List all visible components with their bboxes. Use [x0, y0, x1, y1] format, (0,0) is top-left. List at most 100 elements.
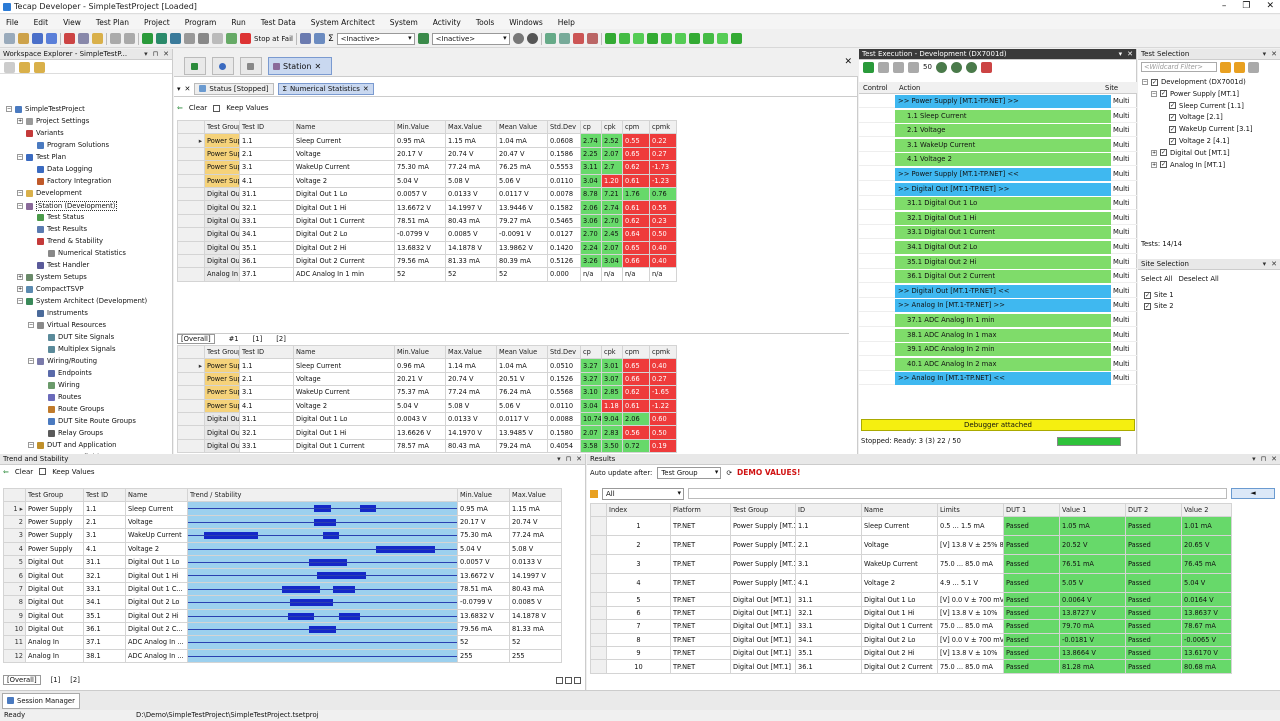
testsel-checkbox[interactable]: ✓ — [1169, 102, 1176, 110]
variant-select[interactable]: <Inactive> — [336, 32, 415, 45]
testsel-expand-icon[interactable]: − — [1151, 90, 1157, 97]
trend-column-header[interactable]: Min.Value — [457, 488, 510, 503]
route10-icon[interactable] — [730, 33, 742, 44]
exec-action-row[interactable]: >> Analog In [MT.1-TP.NET] << — [895, 372, 1111, 386]
results-column-header[interactable]: Limits — [937, 503, 1004, 518]
exec-pin-icon[interactable]: ▾ — [1119, 50, 1123, 58]
keep-values-checkbox[interactable] — [213, 104, 221, 112]
menu-item-1[interactable]: Edit — [34, 18, 49, 27]
table-row[interactable]: Power Supply2.1Voltage20.17 V20.74 V20.4… — [177, 146, 677, 162]
site-checkbox[interactable]: ✓ — [1144, 291, 1151, 299]
expand-icon[interactable]: − — [17, 154, 23, 160]
refresh-icon[interactable]: ⟳ — [726, 469, 732, 477]
results-row[interactable]: 2 TP.NET Power Supply [MT.1] 2.1 Voltage [V] … — [590, 535, 1232, 556]
folder-icon[interactable] — [19, 62, 30, 73]
exec-control-cell[interactable] — [859, 183, 895, 196]
exec-loop2-icon[interactable] — [950, 61, 962, 73]
expand-icon[interactable]: − — [28, 442, 34, 448]
results-row[interactable]: 9 TP.NET Digital Out [MT.1] 35.1 Digital Out… — [590, 645, 1232, 661]
layout2-icon[interactable] — [565, 676, 572, 684]
testsel-checkbox[interactable]: ✓ — [1169, 125, 1176, 133]
tree-node[interactable]: +DUT Site Signals — [39, 333, 114, 341]
testsel-checkbox[interactable]: ✓ — [1160, 161, 1167, 169]
trend-row[interactable]: 4 Power Supply 4.1 Voltage 2 5.04 V 5.08 V — [3, 541, 562, 556]
trend-row[interactable]: 12 Analog In 38.1 ADC Analog In ... 255 255 — [3, 648, 562, 664]
undo-icon[interactable] — [110, 33, 121, 44]
route9-icon[interactable] — [716, 33, 728, 44]
exec-control-cell[interactable] — [859, 197, 895, 211]
results-column-header[interactable]: DUT 2 — [1125, 503, 1182, 518]
stop-at-fail-icon[interactable] — [240, 33, 251, 44]
results-column-header[interactable]: Platform — [670, 503, 731, 518]
tree-node[interactable]: − Development — [17, 189, 82, 197]
exec-action-row[interactable]: 4.1 Voltage 2 — [895, 153, 1111, 167]
tab-station-close-icon[interactable]: ✕ — [314, 62, 321, 71]
trend-column-header[interactable]: Test Group — [25, 488, 84, 503]
exec-pause-icon[interactable] — [878, 61, 889, 73]
route6-icon[interactable] — [674, 33, 686, 44]
trend-row[interactable]: 6 Digital Out 32.1 Digital Out 1 Hi 13.6672 … — [3, 568, 562, 583]
column-header[interactable]: Max.Value — [445, 345, 497, 360]
trend-column-header[interactable]: Name — [125, 488, 188, 503]
trend-row[interactable]: 8 Digital Out 34.1 Digital Out 2 Lo -0.0799 … — [3, 595, 562, 610]
column-header[interactable]: Test Group — [204, 345, 240, 360]
apply-variant-icon[interactable] — [417, 33, 429, 44]
results-row[interactable]: 7 TP.NET Digital Out [MT.1] 33.1 Digital Out… — [590, 619, 1232, 634]
results-column-header[interactable]: Index — [606, 503, 671, 518]
tree-node[interactable]: + CompactTSVP — [17, 285, 84, 293]
column-header[interactable]: Mean Value — [496, 345, 548, 360]
sitesel-pin-icon[interactable]: ▾ — [1263, 260, 1267, 268]
results-row[interactable]: 5 TP.NET Digital Out [MT.1] 31.1 Digital Out… — [590, 592, 1232, 607]
column-header[interactable]: cpm — [622, 345, 650, 360]
column-header[interactable]: Mean Value — [496, 120, 548, 135]
trend-keep-values-checkbox[interactable] — [39, 468, 47, 475]
redo-icon[interactable] — [124, 33, 135, 44]
column-header[interactable]: Min.Value — [394, 120, 446, 135]
tree-node[interactable]: +Wiring — [39, 381, 80, 389]
results-row[interactable]: 8 TP.NET Digital Out [MT.1] 34.1 Digital Out… — [590, 632, 1232, 647]
trend-column-header[interactable]: Trend / Stability — [187, 488, 458, 503]
minimize-icon[interactable]: – — [1222, 1, 1227, 11]
trend-subtab-2[interactable]: [2] — [70, 676, 80, 684]
autohide-icon[interactable]: ⊓ — [153, 50, 158, 58]
exec-fail-icon[interactable] — [980, 61, 992, 73]
expand-icon[interactable]: − — [17, 190, 23, 196]
exec-action-row[interactable]: 33.1 Digital Out 1 Current — [895, 226, 1111, 240]
menu-item-12[interactable]: Windows — [509, 18, 542, 27]
table-row[interactable]: Digital Out 31.1 Digital Out 1 Lo 0.0043 V0… — [177, 411, 677, 427]
column-header[interactable]: cp — [580, 120, 602, 135]
exec-action-row[interactable]: >> Digital Out [MT.1-TP.NET] >> — [895, 182, 1111, 196]
column-header[interactable]: Test ID — [239, 345, 294, 360]
tool2-icon[interactable] — [558, 33, 570, 44]
column-header[interactable]: Max.Value — [445, 120, 497, 135]
sum-icon[interactable]: Σ — [328, 34, 334, 44]
menu-item-6[interactable]: Run — [231, 18, 245, 27]
exec-action-row[interactable]: >> Digital Out [MT.1-TP.NET] << — [895, 284, 1111, 298]
expand-icon[interactable]: − — [17, 298, 23, 304]
exec-action-row[interactable]: >> Power Supply [MT.1-TP.NET] >> — [895, 95, 1111, 108]
column-header[interactable]: Test Group — [204, 120, 240, 135]
exec-action-row[interactable]: 31.1 Digital Out 1 Lo — [895, 197, 1111, 211]
table-row[interactable]: Power Supply3.1WakeUp Current75.30 mA77.… — [177, 160, 677, 175]
cut-icon[interactable] — [64, 33, 75, 44]
exec-loop-icon[interactable] — [935, 61, 947, 73]
exec-action-row[interactable]: 36.1 Digital Out 2 Current — [895, 270, 1111, 284]
trend-pin-icon[interactable]: ▾ — [557, 455, 561, 463]
testsel-checkbox[interactable]: ✓ — [1151, 78, 1158, 86]
tab-numstat-close-icon[interactable]: ✕ — [363, 85, 369, 93]
results-filter-icon[interactable] — [590, 489, 598, 498]
testsel-node[interactable]: + ✓ Analog In [MT.1] — [1151, 161, 1225, 169]
paste-icon[interactable] — [92, 33, 103, 44]
column-header[interactable]: Name — [293, 120, 395, 135]
menu-item-4[interactable]: Project — [144, 18, 170, 27]
run-icon[interactable] — [142, 33, 153, 44]
exec-control-cell[interactable] — [859, 372, 895, 386]
table-row[interactable]: Power Supply4.1Voltage 25.04 V5.08 V5.06… — [177, 173, 677, 188]
close-sub-icon[interactable]: ✕ — [185, 85, 191, 93]
testsel-pin-icon[interactable]: ▾ — [1263, 50, 1267, 58]
testsel-filter[interactable]: <Wildcard Filter> — [1141, 62, 1217, 72]
step-icon[interactable] — [156, 33, 167, 44]
stop-icon[interactable] — [198, 33, 209, 44]
column-header[interactable]: cpmk — [649, 120, 677, 135]
testsel-checkbox[interactable]: ✓ — [1160, 90, 1167, 98]
